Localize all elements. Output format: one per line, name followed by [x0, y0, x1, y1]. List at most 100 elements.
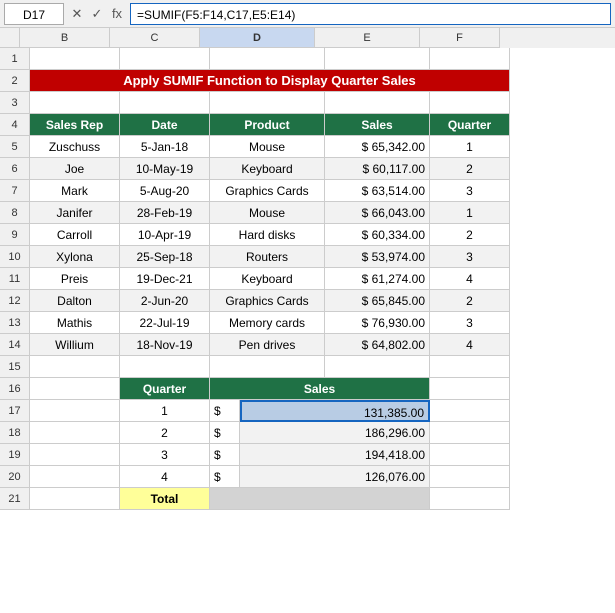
cell-b17[interactable]	[30, 400, 120, 422]
cell-f6[interactable]: 2	[430, 158, 510, 180]
cell-e7[interactable]: $ 63,514.00	[325, 180, 430, 202]
cell-f1[interactable]	[430, 48, 510, 70]
cell-f13[interactable]: 3	[430, 312, 510, 334]
cell-e13[interactable]: $ 76,930.00	[325, 312, 430, 334]
cell-d1[interactable]	[210, 48, 325, 70]
summary-dollar-20[interactable]: $	[210, 466, 240, 488]
cell-e6[interactable]: $ 60,117.00	[325, 158, 430, 180]
cell-c7[interactable]: 5-Aug-20	[120, 180, 210, 202]
summary-dollar-17[interactable]: $	[210, 400, 240, 422]
cell-b10[interactable]: Xylona	[30, 246, 120, 268]
cell-d9[interactable]: Hard disks	[210, 224, 325, 246]
cell-d8[interactable]: Mouse	[210, 202, 325, 224]
cell-f7[interactable]: 3	[430, 180, 510, 202]
cell-e12[interactable]: $ 65,845.00	[325, 290, 430, 312]
summary-header-sales[interactable]: Sales	[210, 378, 430, 400]
cell-b18[interactable]	[30, 422, 120, 444]
cell-f9[interactable]: 2	[430, 224, 510, 246]
cell-f3[interactable]	[430, 92, 510, 114]
header-sales[interactable]: Sales	[325, 114, 430, 136]
cell-b6[interactable]: Joe	[30, 158, 120, 180]
cell-b20[interactable]	[30, 466, 120, 488]
cell-f14[interactable]: 4	[430, 334, 510, 356]
cell-c9[interactable]: 10-Apr-19	[120, 224, 210, 246]
cell-c3[interactable]	[120, 92, 210, 114]
cell-d14[interactable]: Pen drives	[210, 334, 325, 356]
col-header-e[interactable]: E	[315, 28, 420, 48]
formula-input[interactable]: =SUMIF(F5:F14,C17,E5:E14)	[130, 3, 611, 25]
cell-f18[interactable]	[430, 422, 510, 444]
cell-f21[interactable]	[430, 488, 510, 510]
cell-b16[interactable]	[30, 378, 120, 400]
cell-d3[interactable]	[210, 92, 325, 114]
header-date[interactable]: Date	[120, 114, 210, 136]
total-label[interactable]: Total	[120, 488, 210, 510]
confirm-icon[interactable]: ✓	[88, 5, 106, 23]
cell-b12[interactable]: Dalton	[30, 290, 120, 312]
summary-value-19[interactable]: 194,418.00	[240, 444, 430, 466]
cell-reference-box[interactable]: D17	[4, 3, 64, 25]
cell-f11[interactable]: 4	[430, 268, 510, 290]
fx-icon[interactable]: fx	[108, 5, 126, 23]
header-quarter[interactable]: Quarter	[430, 114, 510, 136]
cancel-icon[interactable]: ✕	[68, 5, 86, 23]
summary-quarter-20[interactable]: 4	[120, 466, 210, 488]
cell-d15[interactable]	[210, 356, 325, 378]
cell-f12[interactable]: 2	[430, 290, 510, 312]
cell-c5[interactable]: 5-Jan-18	[120, 136, 210, 158]
cell-f20[interactable]	[430, 466, 510, 488]
cell-b5[interactable]: Zuschuss	[30, 136, 120, 158]
col-header-d[interactable]: D	[200, 28, 315, 48]
cell-b7[interactable]: Mark	[30, 180, 120, 202]
summary-header-quarter[interactable]: Quarter	[120, 378, 210, 400]
cell-f10[interactable]: 3	[430, 246, 510, 268]
cell-e14[interactable]: $ 64,802.00	[325, 334, 430, 356]
cell-e15[interactable]	[325, 356, 430, 378]
cell-c10[interactable]: 25-Sep-18	[120, 246, 210, 268]
cell-b3[interactable]	[30, 92, 120, 114]
cell-b19[interactable]	[30, 444, 120, 466]
summary-value-18[interactable]: 186,296.00	[240, 422, 430, 444]
cell-e11[interactable]: $ 61,274.00	[325, 268, 430, 290]
cell-f16[interactable]	[430, 378, 510, 400]
cell-b14[interactable]: Willium	[30, 334, 120, 356]
cell-c6[interactable]: 10-May-19	[120, 158, 210, 180]
col-header-b[interactable]: B	[20, 28, 110, 48]
cell-b8[interactable]: Janifer	[30, 202, 120, 224]
cell-f17[interactable]	[430, 400, 510, 422]
cell-e8[interactable]: $ 66,043.00	[325, 202, 430, 224]
col-header-c[interactable]: C	[110, 28, 200, 48]
cell-b13[interactable]: Mathis	[30, 312, 120, 334]
cell-b21[interactable]	[30, 488, 120, 510]
cell-c15[interactable]	[120, 356, 210, 378]
cell-f5[interactable]: 1	[430, 136, 510, 158]
cell-c11[interactable]: 19-Dec-21	[120, 268, 210, 290]
cell-e1[interactable]	[325, 48, 430, 70]
cell-d13[interactable]: Memory cards	[210, 312, 325, 334]
cell-d5[interactable]: Mouse	[210, 136, 325, 158]
summary-quarter-18[interactable]: 2	[120, 422, 210, 444]
summary-dollar-19[interactable]: $	[210, 444, 240, 466]
cell-c12[interactable]: 2-Jun-20	[120, 290, 210, 312]
cell-c8[interactable]: 28-Feb-19	[120, 202, 210, 224]
summary-value-17[interactable]: 131,385.00	[240, 400, 430, 422]
cell-d10[interactable]: Routers	[210, 246, 325, 268]
header-sales-rep[interactable]: Sales Rep	[30, 114, 120, 136]
cell-e5[interactable]: $ 65,342.00	[325, 136, 430, 158]
cell-f8[interactable]: 1	[430, 202, 510, 224]
cell-f15[interactable]	[430, 356, 510, 378]
cell-b9[interactable]: Carroll	[30, 224, 120, 246]
cell-c1[interactable]	[120, 48, 210, 70]
cell-d11[interactable]: Keyboard	[210, 268, 325, 290]
cell-b1[interactable]	[30, 48, 120, 70]
cell-e3[interactable]	[325, 92, 430, 114]
cell-c14[interactable]: 18-Nov-19	[120, 334, 210, 356]
cell-d7[interactable]: Graphics Cards	[210, 180, 325, 202]
summary-dollar-18[interactable]: $	[210, 422, 240, 444]
cell-e10[interactable]: $ 53,974.00	[325, 246, 430, 268]
cell-b11[interactable]: Preis	[30, 268, 120, 290]
summary-quarter-19[interactable]: 3	[120, 444, 210, 466]
summary-value-20[interactable]: 126,076.00	[240, 466, 430, 488]
cell-b15[interactable]	[30, 356, 120, 378]
col-header-f[interactable]: F	[420, 28, 500, 48]
